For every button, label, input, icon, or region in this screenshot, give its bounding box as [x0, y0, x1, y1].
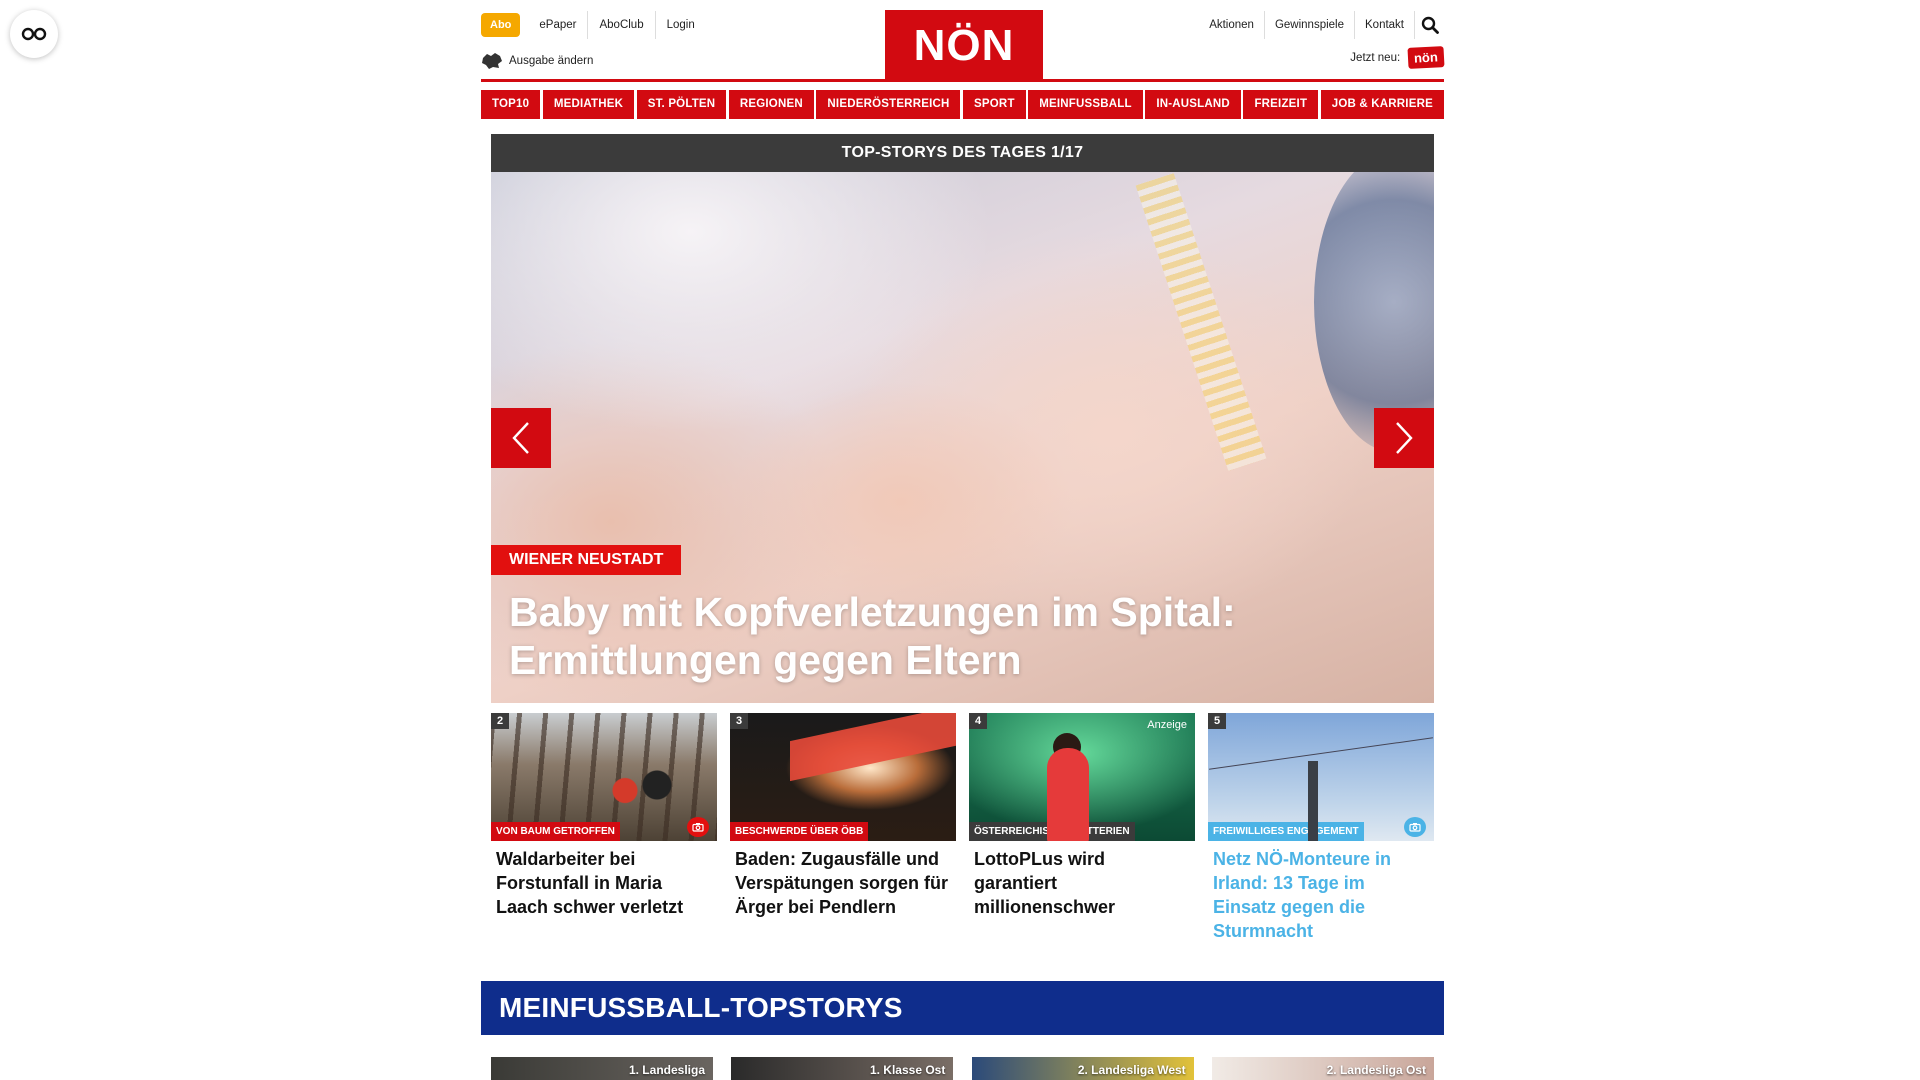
- teaser-row: 2 VON BAUM GETROFFEN Waldarbeiter bei Fo…: [491, 713, 1434, 943]
- meinfussball-card[interactable]: 1. Klasse Ost: [731, 1057, 954, 1080]
- story-number: 2: [491, 713, 510, 729]
- gewinnspiele-link[interactable]: Gewinnspiele: [1265, 11, 1355, 39]
- story-number: 3: [730, 713, 749, 729]
- teaser-card[interactable]: 4 Anzeige ÖSTERREICHISCHE LOTTERIEN Lott…: [969, 713, 1195, 943]
- nav-job-karriere[interactable]: JOB & KARRIERE: [1320, 90, 1444, 119]
- meinfussball-card[interactable]: 2. Landesliga Ost: [1211, 1057, 1434, 1080]
- change-edition-label: Ausgabe ändern: [509, 55, 594, 67]
- teaser-card[interactable]: 5 FREIWILLIGES ENGAGEMENT Netz NÖ-Monteu…: [1208, 713, 1434, 943]
- teaser-headline[interactable]: Netz NÖ-Monteure in Irland: 13 Tage im E…: [1208, 841, 1434, 943]
- kids-non-logo: nön: [1407, 46, 1445, 69]
- chevron-left-icon: [512, 422, 529, 454]
- jetzt-neu-promo[interactable]: Jetzt neu: nön: [1350, 46, 1445, 69]
- story-number: 4: [969, 713, 988, 729]
- reader-mode-button[interactable]: [10, 10, 58, 58]
- non-logo[interactable]: NÖN: [885, 10, 1043, 82]
- league-label: 2. Landesliga Ost: [1326, 1063, 1426, 1077]
- nav-meinfussball[interactable]: MEINFUSSBALL: [1028, 90, 1143, 119]
- meinfussball-card[interactable]: 2. Landesliga West: [971, 1057, 1194, 1080]
- teaser-image[interactable]: 2 VON BAUM GETROFFEN: [491, 713, 717, 841]
- hero-image[interactable]: WIENER NEUSTADT Baby mit Kopfverletzunge…: [491, 172, 1434, 703]
- teaser-card[interactable]: 2 VON BAUM GETROFFEN Waldarbeiter bei Fo…: [491, 713, 717, 943]
- teaser-image[interactable]: 3 BESCHWERDE ÜBER ÖBB: [730, 713, 956, 841]
- teaser-headline[interactable]: Waldarbeiter bei Forstunfall in Maria La…: [491, 841, 717, 919]
- teaser-tag: BESCHWERDE ÜBER ÖBB: [730, 822, 869, 841]
- main-navigation: TOP10 MEDIATHEK ST. PÖLTEN REGIONEN NIED…: [481, 90, 1444, 119]
- site-header: Abo ePaper AboClub Login Ausgabe ändern …: [481, 0, 1445, 82]
- camera-icon: [687, 817, 709, 837]
- teaser-card[interactable]: 3 BESCHWERDE ÜBER ÖBB Baden: Zugausfälle…: [730, 713, 956, 943]
- league-label: 1. Landesliga: [628, 1063, 705, 1077]
- nav-mediathek[interactable]: MEDIATHEK: [542, 90, 635, 119]
- epaper-link[interactable]: ePaper: [528, 11, 589, 39]
- league-label: 2. Landesliga West: [1077, 1063, 1186, 1077]
- aboclub-link[interactable]: AboClub: [588, 11, 656, 39]
- camera-icon: [1404, 817, 1426, 837]
- jetzt-neu-label: Jetzt neu:: [1350, 51, 1401, 64]
- aktionen-link[interactable]: Aktionen: [1199, 11, 1265, 39]
- teaser-image[interactable]: 5 FREIWILLIGES ENGAGEMENT: [1208, 713, 1434, 841]
- change-edition-link[interactable]: Ausgabe ändern: [481, 52, 593, 70]
- carousel-next-button[interactable]: [1374, 408, 1434, 468]
- nav-niederoesterreich[interactable]: NIEDERÖSTERREICH: [816, 90, 961, 119]
- nav-sport[interactable]: SPORT: [963, 90, 1026, 119]
- hero-headline-line: Baby mit Kopfverletzungen im Spital:: [509, 589, 1236, 635]
- lower-austria-map-icon: [482, 53, 502, 69]
- meinfussball-row: 1. Landesliga 1. Klasse Ost 2. Landeslig…: [491, 1057, 1434, 1080]
- hero-headline[interactable]: Baby mit Kopfverletzungen im Spital: Erm…: [509, 588, 1236, 684]
- hero-image-detail: [1135, 173, 1267, 471]
- chevron-right-icon: [1396, 422, 1413, 454]
- page-container: Abo ePaper AboClub Login Ausgabe ändern …: [481, 0, 1445, 1080]
- search-icon: [1421, 16, 1439, 34]
- teaser-tag: FREIWILLIGES ENGAGEMENT: [1208, 822, 1364, 841]
- search-button[interactable]: [1414, 11, 1444, 39]
- teaser-tag: ÖSTERREICHISCHE LOTTERIEN: [969, 822, 1135, 841]
- advertisement-label: Anzeige: [1147, 719, 1187, 731]
- nav-in-ausland[interactable]: IN-AUSLAND: [1145, 90, 1241, 119]
- nav-freizeit[interactable]: FREIZEIT: [1243, 90, 1319, 119]
- top-left-links: Abo ePaper AboClub Login: [481, 11, 706, 39]
- kontakt-link[interactable]: Kontakt: [1355, 11, 1414, 39]
- section-title[interactable]: MEINFUSSBALL-TOPSTORYS: [481, 981, 1444, 1035]
- nav-st-poelten[interactable]: ST. PÖLTEN: [636, 90, 727, 119]
- meinfussball-card[interactable]: 1. Landesliga: [491, 1057, 713, 1080]
- story-number: 5: [1208, 713, 1227, 729]
- login-link[interactable]: Login: [656, 11, 706, 39]
- teaser-headline[interactable]: LottoPLus wird garantiert millionenschwe…: [969, 841, 1195, 919]
- hero-headline-line: Ermittlungen gegen Eltern: [509, 637, 1022, 683]
- carousel-title: TOP-STORYS DES TAGES 1/17: [491, 134, 1434, 172]
- league-label: 1. Klasse Ost: [869, 1063, 946, 1077]
- top-stories-carousel: TOP-STORYS DES TAGES 1/17 WIENER NEUSTAD…: [491, 134, 1434, 703]
- top-right-links: Aktionen Gewinnspiele Kontakt: [1199, 11, 1444, 39]
- teaser-headline[interactable]: Baden: Zugausfälle und Verspätungen sorg…: [730, 841, 956, 919]
- nav-regionen[interactable]: REGIONEN: [728, 90, 814, 119]
- nav-top10[interactable]: TOP10: [481, 90, 541, 119]
- carousel-prev-button[interactable]: [491, 408, 551, 468]
- teaser-image[interactable]: 4 Anzeige ÖSTERREICHISCHE LOTTERIEN: [969, 713, 1195, 841]
- hero-category-tag[interactable]: WIENER NEUSTADT: [491, 545, 682, 575]
- abo-button[interactable]: Abo: [481, 13, 521, 37]
- teaser-tag: VON BAUM GETROFFEN: [491, 822, 620, 841]
- glasses-icon: [21, 27, 47, 41]
